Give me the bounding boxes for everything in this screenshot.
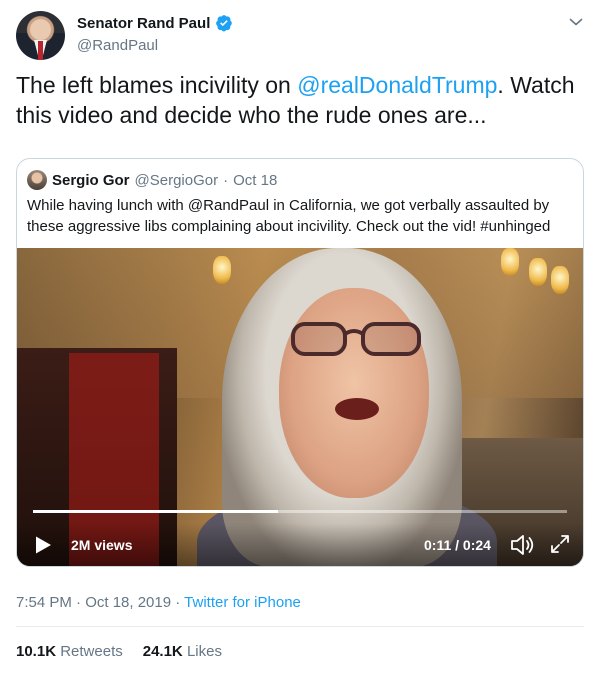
retweets-stat[interactable]: 10.1K Retweets (16, 643, 123, 660)
video-scene-mouth (335, 398, 379, 420)
divider-top (16, 626, 584, 627)
tweet-card: Senator Rand Paul @RandPaul The left bla… (0, 0, 600, 677)
retweets-label: Retweets (60, 643, 123, 660)
likes-label: Likes (186, 643, 222, 660)
video-progress-fill (33, 510, 278, 513)
play-icon[interactable] (33, 535, 53, 555)
verified-badge-icon (216, 15, 233, 32)
fullscreen-icon[interactable] (549, 533, 571, 555)
quoted-separator: · (223, 171, 229, 189)
tweet-meta: 7:54 PM · Oct 18, 2019 · Twitter for iPh… (16, 594, 301, 611)
avatar-tie (38, 41, 43, 60)
author-handle[interactable]: @RandPaul (77, 37, 158, 54)
tweet-text: The left blames incivility on @realDonal… (16, 70, 576, 130)
author-display-name[interactable]: Senator Rand Paul (77, 15, 210, 32)
retweets-count: 10.1K (16, 643, 57, 660)
volume-icon[interactable] (509, 532, 535, 558)
video-time: 0:11 / 0:24 (424, 537, 491, 553)
meta-separator: · (171, 594, 185, 611)
likes-count: 24.1K (142, 643, 183, 660)
tweet-source-link[interactable]: Twitter for iPhone (184, 594, 301, 611)
quoted-date[interactable]: Oct 18 (233, 172, 277, 189)
likes-stat[interactable]: 24.1K Likes (143, 643, 222, 660)
tweet-mention-link[interactable]: @realDonaldTrump (297, 72, 497, 98)
video-scene-lamp (551, 266, 569, 294)
tweet-timestamp[interactable]: 7:54 PM · Oct 18, 2019 (16, 594, 171, 611)
video-scene-glasses (291, 322, 421, 356)
video-scene-lamp (501, 248, 519, 276)
quoted-tweet[interactable]: Sergio Gor @SergioGor · Oct 18 While hav… (16, 158, 584, 567)
tweet-text-before: The left blames incivility on (16, 72, 298, 98)
video-scene-lamp (529, 258, 547, 286)
video-controls: 2M views 0:11 / 0:24 (17, 523, 583, 566)
quoted-handle[interactable]: @SergioGor (135, 172, 219, 189)
video-scene-lamp (213, 256, 231, 284)
quoted-display-name[interactable]: Sergio Gor (52, 172, 130, 189)
video-player[interactable]: 2M views 0:11 / 0:24 (17, 248, 583, 566)
quoted-avatar[interactable] (27, 170, 47, 190)
chevron-down-icon[interactable] (568, 14, 584, 30)
video-progress-bar[interactable] (33, 510, 567, 513)
quoted-header: Sergio Gor @SergioGor · Oct 18 (27, 170, 277, 190)
quoted-text: While having lunch with @RandPaul in Cal… (27, 197, 551, 235)
tweet-stats: 10.1K Retweets 24.1K Likes (16, 643, 222, 660)
author-name-row: Senator Rand Paul (77, 14, 233, 32)
author-avatar[interactable] (16, 11, 65, 60)
video-view-count: 2M views (71, 537, 133, 553)
